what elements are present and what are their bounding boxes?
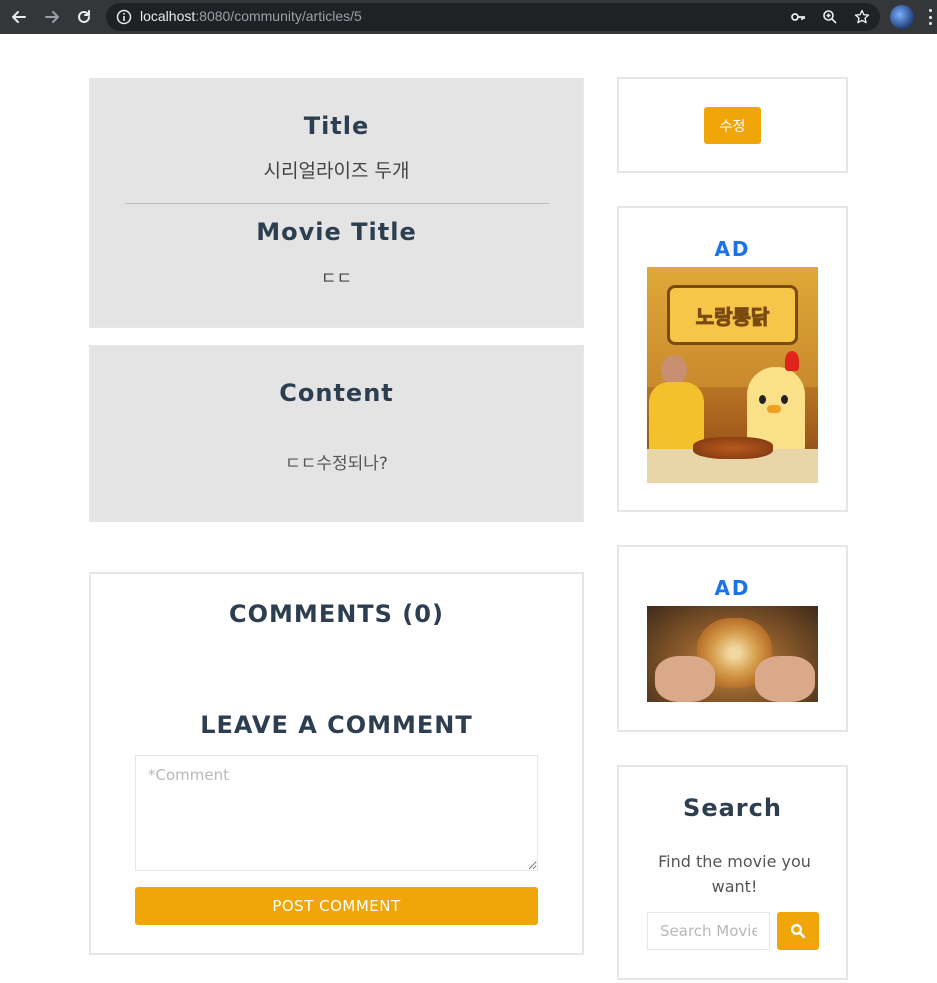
profile-avatar[interactable] bbox=[890, 5, 914, 29]
forward-arrow-icon[interactable] bbox=[40, 5, 64, 29]
star-icon[interactable] bbox=[852, 7, 872, 27]
edit-card: 수정 bbox=[617, 77, 848, 173]
title-heading: Title bbox=[303, 112, 370, 140]
menu-kebab-icon[interactable] bbox=[928, 9, 932, 25]
ad-image-chicken-mascot[interactable]: 노랑통닭 bbox=[647, 267, 818, 483]
info-icon[interactable] bbox=[114, 7, 134, 27]
article-title-card: Title 시리얼라이즈 두개 Movie Title ㄷㄷ bbox=[89, 78, 584, 328]
search-description: Find the movie you want! bbox=[658, 852, 811, 896]
url-path: :8080/community/articles/5 bbox=[195, 8, 362, 24]
ad-label-2: AD bbox=[714, 576, 751, 600]
zoom-icon[interactable] bbox=[820, 7, 840, 27]
reload-icon[interactable] bbox=[72, 5, 96, 29]
search-card: Search Find the movie you want! bbox=[617, 765, 848, 980]
leave-comment-heading: LEAVE A COMMENT bbox=[200, 711, 473, 739]
comments-heading: COMMENTS (0) bbox=[229, 600, 444, 628]
key-icon[interactable] bbox=[788, 7, 808, 27]
ad-image-fried-chicken[interactable] bbox=[647, 606, 818, 702]
search-heading: Search bbox=[683, 794, 782, 822]
title-value: 시리얼라이즈 두개 bbox=[263, 160, 410, 182]
search-icon bbox=[790, 923, 806, 939]
edit-button[interactable]: 수정 bbox=[704, 107, 761, 144]
ad-card-1: AD 노랑통닭 bbox=[617, 206, 848, 512]
ad-label: AD bbox=[714, 237, 751, 261]
article-content-card: Content ㄷㄷ수정되나? bbox=[89, 345, 584, 522]
divider bbox=[125, 203, 549, 204]
post-comment-button[interactable]: POST COMMENT bbox=[135, 887, 538, 925]
search-input[interactable] bbox=[647, 912, 770, 950]
search-button[interactable] bbox=[777, 912, 819, 950]
url-text: localhost:8080/community/articles/5 bbox=[140, 8, 362, 24]
ad-logo-text: 노랑통닭 bbox=[695, 304, 770, 329]
ad-card-2: AD bbox=[617, 545, 848, 732]
browser-toolbar: localhost:8080/community/articles/5 bbox=[0, 0, 937, 34]
content-heading: Content bbox=[279, 379, 394, 407]
comment-textarea[interactable] bbox=[135, 755, 538, 871]
content-value: ㄷㄷ수정되나? bbox=[285, 454, 388, 474]
movie-title-heading: Movie Title bbox=[256, 218, 417, 246]
url-host: localhost bbox=[140, 8, 196, 24]
back-arrow-icon[interactable] bbox=[7, 5, 31, 29]
movie-title-value: ㄷㄷ bbox=[320, 269, 353, 289]
comments-card: COMMENTS (0) LEAVE A COMMENT POST COMMEN… bbox=[89, 572, 584, 955]
ad-logo-sign: 노랑통닭 bbox=[667, 285, 798, 345]
